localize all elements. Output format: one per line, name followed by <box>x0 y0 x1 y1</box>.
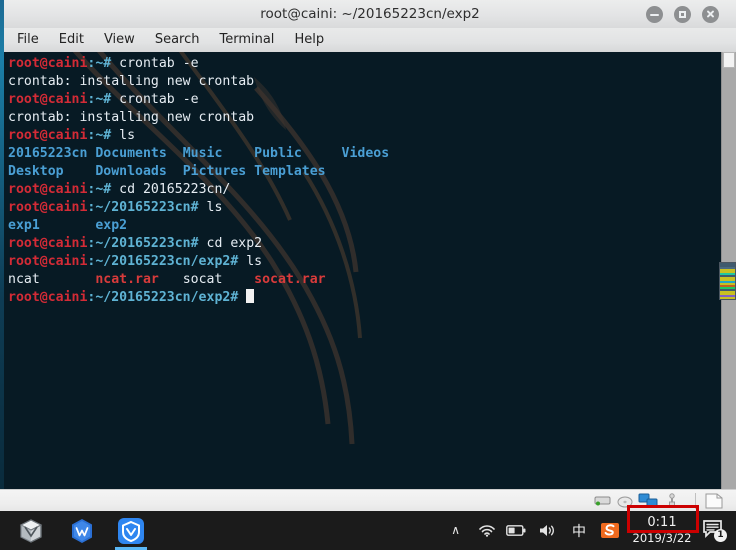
listing-entry: ncat.rar <box>95 272 183 287</box>
prompt-path: :~/20165223cn/exp2# <box>87 254 239 269</box>
terminal-output: root@caini:~# crontab -e crontab: install… <box>8 55 714 307</box>
prompt-user: root@caini <box>8 290 88 305</box>
terminal-screen[interactable]: root@caini:~# crontab -e crontab: install… <box>4 52 736 489</box>
terminal-window: root@caini: ~/20165223cn/exp2 File Edit Vi… <box>0 0 736 489</box>
listing-entry: socat <box>182 272 255 287</box>
terminal-output-text: crontab: installing new crontab <box>8 74 255 89</box>
prompt-command: cd 20165223cn/ <box>111 182 231 197</box>
clock-date: 2019/3/22 <box>632 531 692 545</box>
tray-battery-icon[interactable] <box>506 525 526 536</box>
tray-volume-icon[interactable] <box>538 523 556 538</box>
menu-item-search[interactable]: Search <box>150 28 205 52</box>
listing-entry: Pictures <box>182 164 255 179</box>
listing-entry: ncat <box>8 272 96 287</box>
prompt-user: root@caini <box>8 92 88 107</box>
terminal-line: root@caini:~# crontab -e <box>8 91 714 109</box>
prompt-command <box>238 290 246 305</box>
prompt-path: :~# <box>87 128 112 143</box>
prompt-command: crontab -e <box>111 92 199 107</box>
taskbar-clock[interactable]: 0:11 2019/3/22 <box>630 515 694 547</box>
taskbar-security-app[interactable] <box>117 517 145 545</box>
terminal-line: Desktop Downloads Pictures Templates <box>8 163 714 181</box>
listing-entry: Desktop <box>8 164 96 179</box>
hard-disk-icon[interactable] <box>594 493 612 509</box>
virtualbox-status-bar <box>0 489 736 512</box>
terminal-line: root@caini:~# crontab -e <box>8 55 714 73</box>
listing-entry: socat.rar <box>254 272 342 287</box>
prompt-user: root@caini <box>8 236 88 251</box>
taskbar-virtualbox[interactable] <box>17 517 45 545</box>
notification-badge: 1 <box>714 529 727 542</box>
prompt-command: ls <box>111 128 136 143</box>
menu-item-file[interactable]: File <box>12 28 44 52</box>
optical-disk-icon[interactable] <box>616 493 634 509</box>
tray-ime-icon[interactable]: 中 <box>572 521 586 541</box>
terminal-line: crontab: installing new crontab <box>8 73 714 91</box>
prompt-user: root@caini <box>8 56 88 71</box>
listing-entry: Music <box>182 146 255 161</box>
close-button[interactable] <box>702 6 719 23</box>
menu-item-view[interactable]: View <box>99 28 140 52</box>
prompt-user: root@caini <box>8 128 88 143</box>
tray-wifi-icon[interactable] <box>478 523 496 538</box>
prompt-path: :~# <box>87 92 112 107</box>
listing-entry: exp1 <box>8 218 96 233</box>
prompt-user: root@caini <box>8 254 88 269</box>
terminal-line: root@caini:~/20165223cn# cd exp2 <box>8 235 714 253</box>
minimize-button[interactable] <box>646 6 663 23</box>
terminal-line: exp1 exp2 <box>8 217 714 235</box>
title-bar[interactable]: root@caini: ~/20165223cn/exp2 <box>4 0 736 29</box>
prompt-command: cd exp2 <box>198 236 263 251</box>
listing-entry: Downloads <box>95 164 183 179</box>
listing-entry: Documents <box>95 146 183 161</box>
terminal-output-text: crontab: installing new crontab <box>8 110 255 125</box>
menu-item-help[interactable]: Help <box>289 28 329 52</box>
usb-icon[interactable] <box>664 493 680 509</box>
terminal-line: 20165223cn Documents Music Public Videos <box>8 145 714 163</box>
tray-sogou-icon[interactable] <box>600 521 620 540</box>
clock-time: 0:11 <box>647 515 677 530</box>
system-monitor-widget <box>719 262 736 300</box>
status-separator <box>695 493 696 509</box>
terminal-line: root@caini:~/20165223cn# ls <box>8 199 714 217</box>
terminal-line: root@caini:~/20165223cn/exp2# ls <box>8 253 714 271</box>
network-icon[interactable] <box>638 493 658 509</box>
maximize-button[interactable] <box>674 6 691 23</box>
terminal-scrollbar-thumb[interactable] <box>723 52 735 68</box>
terminal-line: root@caini:~# cd 20165223cn/ <box>8 181 714 199</box>
prompt-path: :~/20165223cn# <box>87 200 199 215</box>
prompt-command: crontab -e <box>111 56 199 71</box>
prompt-user: root@caini <box>8 182 88 197</box>
listing-entry: Public <box>254 146 342 161</box>
screen: root@caini: ~/20165223cn/exp2 File Edit Vi… <box>0 0 736 550</box>
prompt-command: ls <box>238 254 263 269</box>
taskbar: ∧ 中 0:11 2019/3/22 1 <box>0 511 736 550</box>
menu-item-edit[interactable]: Edit <box>54 28 89 52</box>
window-title: root@caini: ~/20165223cn/exp2 <box>260 6 480 22</box>
menu-bar: File Edit View Search Terminal Help <box>4 28 736 53</box>
terminal-cursor <box>246 289 255 303</box>
terminal-line: root@caini:~/20165223cn/exp2# <box>8 289 714 307</box>
listing-entry: 20165223cn <box>8 146 96 161</box>
prompt-path: :~/20165223cn# <box>87 236 199 251</box>
prompt-path: :~# <box>87 182 112 197</box>
shared-folder-icon[interactable] <box>704 493 724 509</box>
terminal-line: root@caini:~# ls <box>8 127 714 145</box>
prompt-command: ls <box>198 200 223 215</box>
terminal-line: crontab: installing new crontab <box>8 109 714 127</box>
menu-item-terminal[interactable]: Terminal <box>214 28 279 52</box>
prompt-path: :~# <box>87 56 112 71</box>
notification-center-icon[interactable]: 1 <box>702 519 732 543</box>
terminal-line: ncat ncat.rar socat socat.rar <box>8 271 714 289</box>
listing-entry: Templates <box>254 164 342 179</box>
tray-show-hidden-icon[interactable]: ∧ <box>451 523 460 537</box>
prompt-user: root@caini <box>8 200 88 215</box>
listing-entry: Videos <box>341 146 390 161</box>
prompt-path: :~/20165223cn/exp2# <box>87 290 239 305</box>
monitor-bar <box>720 297 735 299</box>
taskbar-wps-office[interactable] <box>68 517 96 545</box>
listing-entry: exp2 <box>95 218 183 233</box>
